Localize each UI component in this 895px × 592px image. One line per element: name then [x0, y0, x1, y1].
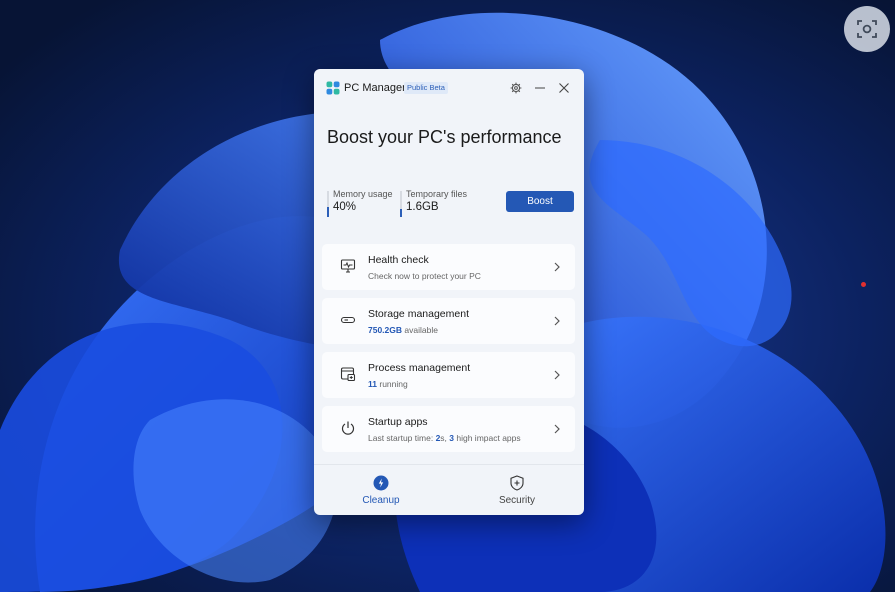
startup-apps-card[interactable]: Startup apps Last startup time: 2s, 3 hi…	[322, 406, 575, 452]
pc-manager-window: PC Manager Public Beta Boost your PC's p…	[314, 69, 584, 515]
storage-management-card[interactable]: Storage management 750.2GB available	[322, 298, 575, 344]
card-subtitle: 11 running	[368, 379, 408, 389]
memory-usage-label: Memory usage	[333, 189, 393, 199]
screenshot-icon	[857, 20, 877, 38]
minimize-button[interactable]	[532, 80, 548, 96]
nav-cleanup-label: Cleanup	[362, 495, 400, 506]
power-icon	[341, 421, 355, 435]
card-title: Startup apps	[368, 416, 428, 428]
nav-security-label: Security	[498, 495, 536, 506]
boost-button[interactable]: Boost	[506, 191, 574, 212]
pc-manager-logo-icon	[326, 81, 340, 95]
screenshot-button[interactable]	[844, 6, 890, 52]
card-title: Process management	[368, 362, 471, 374]
title-bar[interactable]: PC Manager Public Beta	[314, 69, 584, 107]
gear-icon	[510, 82, 522, 94]
process-icon	[340, 367, 356, 382]
process-management-card[interactable]: Process management 11 running	[322, 352, 575, 398]
card-subtitle: Last startup time: 2s, 3 high impact app…	[368, 433, 521, 443]
shield-icon	[510, 475, 524, 491]
app-title: PC Manager	[344, 82, 406, 94]
settings-button[interactable]	[508, 80, 524, 96]
close-icon	[559, 83, 569, 93]
nav-security[interactable]: Security	[467, 465, 567, 515]
memory-usage-bar	[327, 191, 329, 217]
card-subtitle: 750.2GB available	[368, 325, 438, 335]
minimize-icon	[535, 87, 545, 89]
nav-cleanup[interactable]: Cleanup	[331, 465, 431, 515]
card-title: Storage management	[368, 308, 469, 320]
page-headline: Boost your PC's performance	[327, 127, 562, 147]
temporary-files-label: Temporary files	[406, 189, 468, 199]
temporary-files-bar	[400, 191, 402, 217]
cleanup-icon	[373, 475, 389, 491]
chevron-right-icon	[554, 316, 560, 326]
monitor-icon	[340, 259, 356, 273]
temporary-files-value: 1.6GB	[406, 201, 439, 213]
chevron-right-icon	[554, 262, 560, 272]
memory-usage-value: 40%	[333, 201, 357, 213]
health-check-card[interactable]: Health check Check now to protect your P…	[322, 244, 575, 290]
bottom-navigation: Cleanup Security	[314, 464, 584, 515]
chevron-right-icon	[554, 370, 560, 380]
close-button[interactable]	[556, 80, 572, 96]
public-beta-badge: Public Beta	[404, 82, 448, 94]
red-dot	[861, 282, 866, 287]
card-title: Health check	[368, 254, 429, 266]
card-subtitle: Check now to protect your PC	[368, 271, 481, 281]
chevron-right-icon	[554, 424, 560, 434]
drive-icon	[340, 316, 356, 324]
